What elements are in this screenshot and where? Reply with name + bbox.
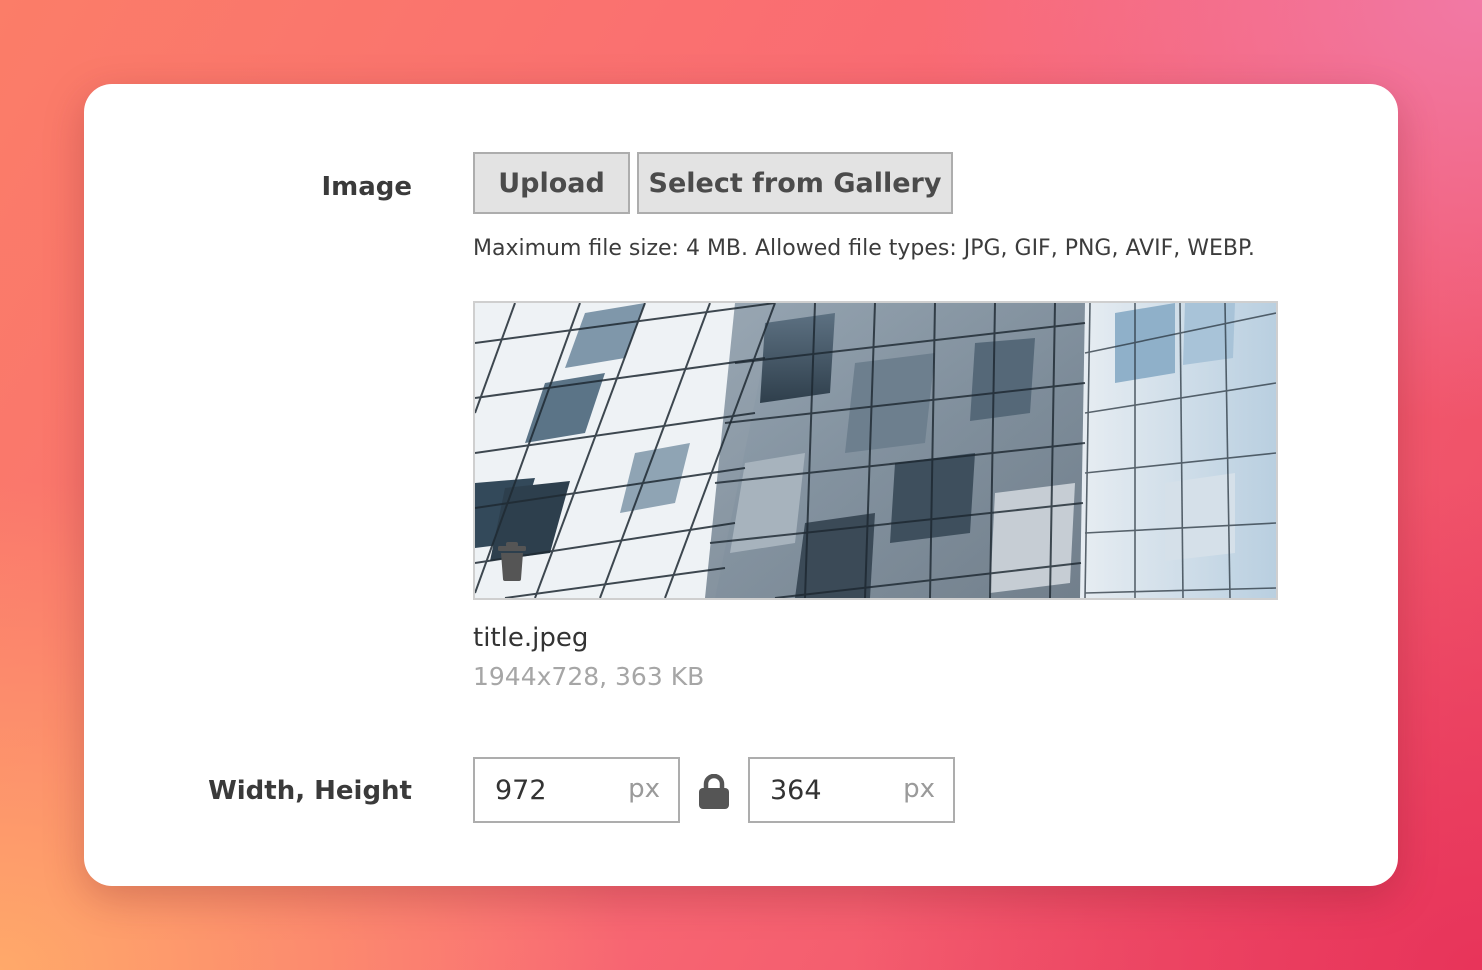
height-input[interactable] <box>750 759 890 821</box>
file-requirements-hint: Maximum file size: 4 MB. Allowed file ty… <box>473 236 1255 261</box>
select-from-gallery-button[interactable]: Select from Gallery <box>637 152 953 214</box>
file-meta: 1944x728, 363 KB <box>473 662 705 691</box>
file-name: title.jpeg <box>473 623 589 653</box>
trash-icon[interactable] <box>497 541 527 581</box>
height-unit: px <box>903 774 935 804</box>
lock-icon[interactable] <box>698 774 730 810</box>
building-glass-facade-image <box>475 303 1276 598</box>
image-preview <box>473 301 1278 600</box>
image-label: Image <box>321 172 412 202</box>
width-input[interactable] <box>475 759 615 821</box>
height-field: px <box>748 757 955 823</box>
width-height-label: Width, Height <box>208 776 412 806</box>
width-field: px <box>473 757 680 823</box>
width-unit: px <box>628 774 660 804</box>
image-settings-card: Image Upload Select from Gallery Maximum… <box>84 84 1398 886</box>
upload-button[interactable]: Upload <box>473 152 630 214</box>
